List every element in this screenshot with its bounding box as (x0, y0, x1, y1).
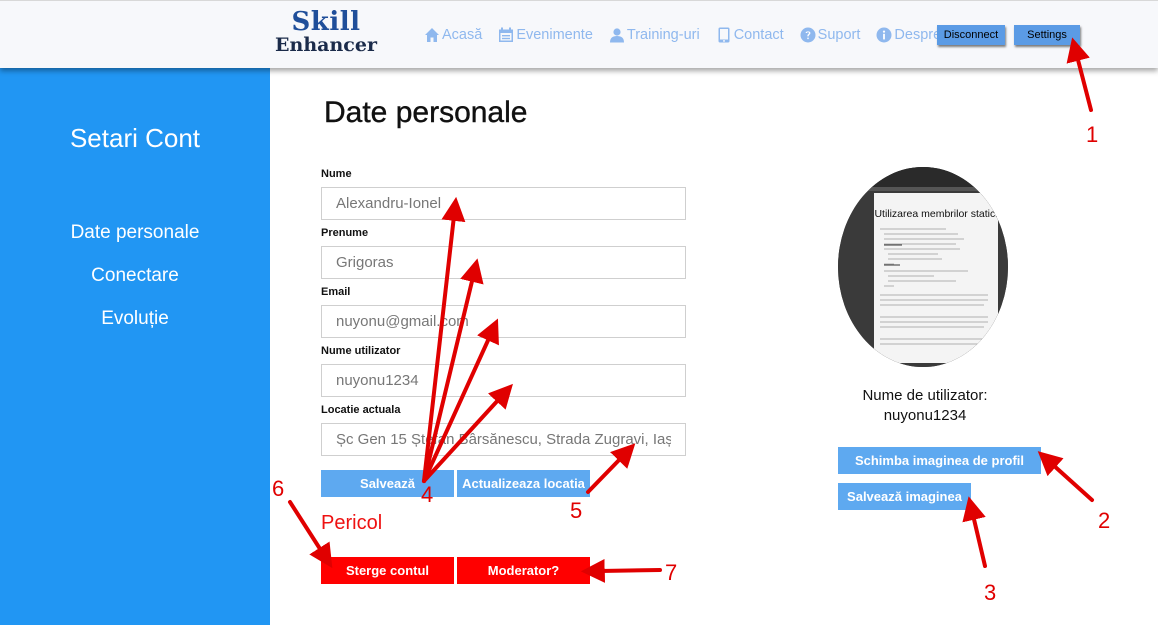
nav-item-suport[interactable]: Suport (800, 27, 861, 43)
annotation-arrow-3 (962, 496, 987, 568)
danger-title: Pericol (321, 512, 383, 534)
page-title: Date personale (324, 96, 528, 129)
question-icon (800, 27, 816, 43)
nav-label: Suport (817, 27, 861, 43)
home-icon (425, 28, 439, 42)
annotation-arrow-6 (288, 500, 333, 569)
nav-label: Training-uri (626, 27, 700, 43)
nume-label: Nume (321, 168, 352, 180)
sidebar-title: Setari Cont (69, 123, 201, 153)
sidebar-item-evolutie[interactable]: Evoluție (0, 308, 270, 330)
nume-input[interactable] (321, 187, 686, 220)
email-label: Email (321, 286, 351, 298)
prenume-input[interactable] (321, 246, 686, 279)
annotation-number: 1 (1086, 122, 1099, 147)
nav-label: Acasă (442, 27, 483, 43)
username-display: nuyonu1234 (883, 407, 967, 424)
nav-label: Contact (733, 27, 784, 43)
moderator-button[interactable]: Moderator? (457, 557, 590, 584)
logo-line-2: Enhancer (275, 34, 377, 56)
logo[interactable]: Skill Enhancer (271, 9, 381, 55)
save-button[interactable]: Salvează (321, 470, 454, 497)
main-nav: Acasă Evenimente Training-uri Contact Su… (424, 25, 957, 45)
nav-label: Evenimente (516, 27, 593, 43)
disconnect-button[interactable]: Disconnect (937, 25, 1005, 45)
nav-item-despre[interactable]: Despre (876, 27, 941, 43)
username-input[interactable] (321, 364, 686, 397)
logo-line-1: Skill (291, 7, 361, 37)
delete-account-button[interactable]: Sterge contul (321, 557, 454, 584)
nav-label: Despre (894, 27, 942, 43)
calendar-icon (499, 27, 514, 42)
top-navbar: Skill Enhancer Acasă Evenimente Training… (0, 0, 1158, 68)
nav-item-acasa[interactable]: Acasă (424, 27, 482, 43)
location-label: Locatie actuala (321, 404, 401, 416)
settings-button[interactable]: Settings (1014, 25, 1080, 45)
annotation-number: 2 (1098, 508, 1111, 533)
annotation-arrow-2 (1037, 451, 1094, 502)
sidebar: Setari Cont Date personale Conectare Evo… (0, 68, 270, 625)
annotation-arrow-7 (580, 558, 662, 583)
nav-item-evenimente[interactable]: Evenimente (498, 27, 593, 43)
username-label: Nume utilizator (321, 345, 401, 357)
annotation-number: 3 (984, 580, 997, 605)
email-input[interactable] (321, 305, 686, 338)
location-input[interactable] (321, 423, 686, 456)
sidebar-item-conectare[interactable]: Conectare (0, 265, 270, 287)
avatar-slide-title: Utilizarea membrilor statici (874, 208, 997, 220)
avatar: Utilizarea membrilor statici (838, 167, 1008, 367)
info-icon (876, 27, 892, 43)
annotation-number: 7 (665, 560, 678, 585)
change-profile-image-button[interactable]: Schimba imaginea de profil (838, 447, 1041, 474)
prenume-label: Prenume (321, 227, 369, 239)
phone-icon (718, 27, 730, 43)
annotation-number: 5 (570, 498, 583, 523)
nav-item-contact[interactable]: Contact (716, 27, 784, 43)
annotation-arrow-4c (422, 318, 499, 483)
user-icon (609, 28, 624, 43)
nav-item-training[interactable]: Training-uri (609, 27, 700, 43)
annotation-number: 4 (421, 482, 434, 507)
username-caption: Nume de utilizator: (862, 387, 988, 404)
avatar-image: Utilizarea membrilor statici (838, 167, 1008, 367)
annotation-number: 6 (272, 476, 285, 501)
annotation-arrow-5 (586, 443, 636, 494)
update-location-button[interactable]: Actualizeaza locatia (457, 470, 590, 497)
sidebar-item-date-personale[interactable]: Date personale (0, 222, 270, 244)
save-image-button[interactable]: Salvează imaginea (838, 483, 971, 510)
